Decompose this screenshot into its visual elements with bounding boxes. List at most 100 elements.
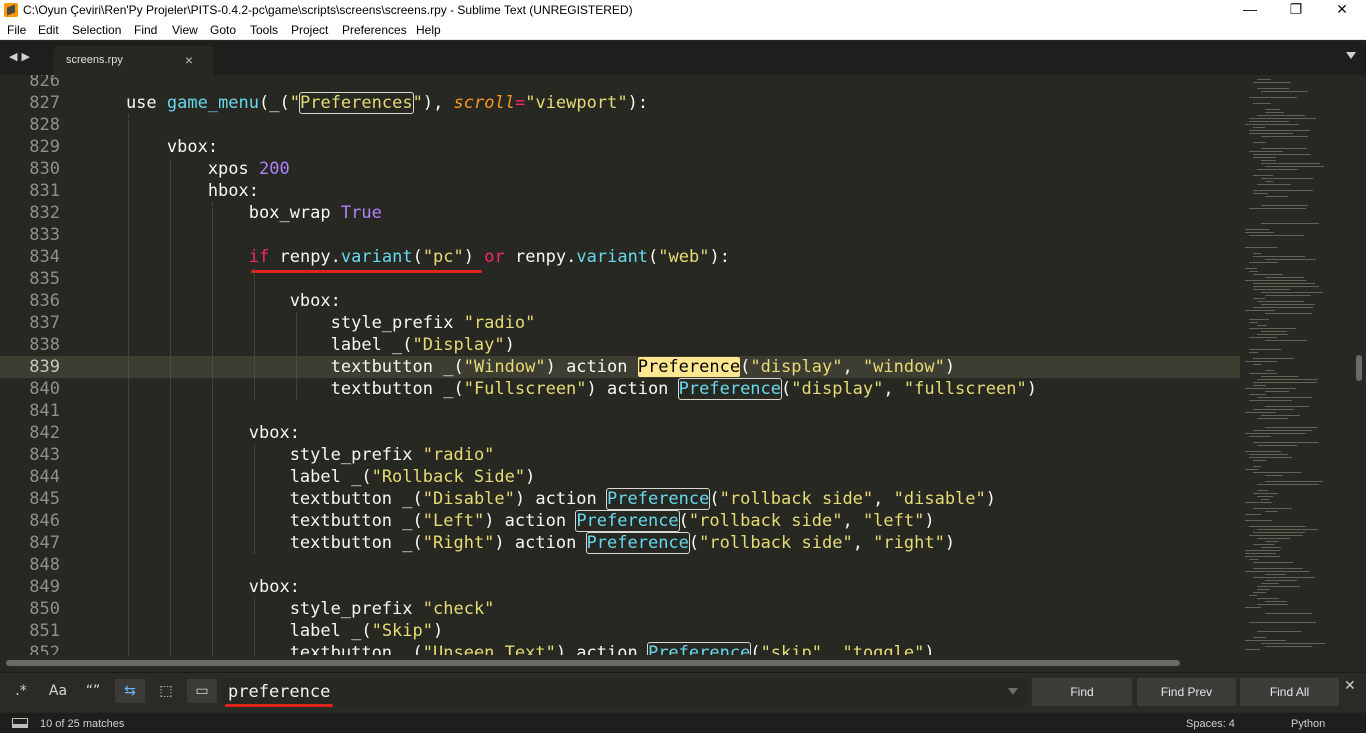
code-token: "Display" [412, 335, 505, 355]
code-line[interactable]: 826 [0, 75, 1240, 92]
menu-find[interactable]: Find [134, 23, 157, 37]
case-sensitive-toggle[interactable]: Aa [43, 679, 73, 703]
minimap-line [1261, 292, 1323, 293]
minimap-line [1249, 97, 1297, 98]
code-line[interactable]: 835 [0, 268, 1240, 290]
minimap-line [1253, 508, 1292, 509]
maximize-button[interactable]: ❐ [1273, 0, 1319, 21]
code-line[interactable]: 839 textbutton _("Window") action Prefer… [0, 356, 1240, 378]
minimap-line [1245, 433, 1306, 434]
minimap-line [1261, 643, 1325, 644]
minimap[interactable] [1240, 75, 1352, 655]
code-line[interactable]: 847 textbutton _("Right") action Prefere… [0, 532, 1240, 554]
code-token: ( [750, 643, 761, 655]
minimap-line [1249, 436, 1271, 437]
tab-list-dropdown-icon[interactable] [1346, 52, 1356, 59]
code-token: "Skip" [371, 621, 433, 641]
minimap-line [1265, 481, 1323, 482]
code-editor[interactable]: 826 827 use game_menu(_("Preferences"), s… [0, 75, 1240, 655]
minimap-line [1253, 289, 1290, 290]
minimap-line [1253, 442, 1319, 443]
minimap-line [1253, 532, 1305, 533]
code-token: "Unseen Text" [422, 643, 556, 655]
code-token: if [248, 247, 270, 267]
code-token: "Left" [422, 511, 485, 531]
code-line[interactable]: 842 vbox: [0, 422, 1240, 444]
find-button[interactable]: Find [1032, 678, 1132, 706]
minimap-line [1245, 229, 1269, 230]
code-line[interactable]: 840 textbutton _("Fullscreen") action Pr… [0, 378, 1240, 400]
menu-view[interactable]: View [172, 23, 198, 37]
code-line[interactable]: 833 [0, 224, 1240, 246]
code-line[interactable]: 830 xpos 200 [0, 158, 1240, 180]
code-token: "rollback side" [699, 533, 853, 553]
code-line[interactable]: 834 if renpy.variant("pc") or renpy.vari… [0, 246, 1240, 268]
line-number: 836 [29, 291, 60, 311]
code-token: ( [412, 247, 423, 267]
menu-project[interactable]: Project [291, 23, 328, 37]
code-line[interactable]: 832 box_wrap True [0, 202, 1240, 224]
minimap-line [1245, 232, 1274, 233]
code-line[interactable]: 841 [0, 400, 1240, 422]
code-line[interactable]: 844 label _("Rollback Side") [0, 466, 1240, 488]
menu-file[interactable]: File [7, 23, 26, 37]
code-token: ) action [494, 533, 587, 553]
indentation-setting[interactable]: Spaces: 4 [1186, 718, 1235, 730]
minimap-line [1257, 538, 1290, 539]
menu-help[interactable]: Help [416, 23, 441, 37]
code-line[interactable]: 829 vbox: [0, 136, 1240, 158]
code-line[interactable]: 831 hbox: [0, 180, 1240, 202]
tab-close-icon[interactable]: × [185, 52, 193, 68]
tab-nav-arrows-icon[interactable]: ◀▶ [9, 50, 34, 63]
code-line[interactable]: 827 use game_menu(_("Preferences"), scro… [0, 92, 1240, 114]
menu-edit[interactable]: Edit [38, 23, 59, 37]
horizontal-scrollbar[interactable] [0, 655, 1366, 672]
code-line[interactable]: 849 vbox: [0, 576, 1240, 598]
code-line[interactable]: 845 textbutton _("Disable") action Prefe… [0, 488, 1240, 510]
find-prev-button[interactable]: Find Prev [1137, 678, 1236, 706]
minimize-button[interactable]: — [1227, 0, 1273, 21]
find-all-button[interactable]: Find All [1240, 678, 1339, 706]
menu-goto[interactable]: Goto [210, 23, 236, 37]
indent-guide [128, 114, 129, 655]
minimap-line [1261, 91, 1308, 92]
highlight-matches-toggle[interactable]: ▭ [187, 679, 217, 703]
vertical-scrollbar[interactable] [1352, 75, 1366, 655]
close-window-button[interactable]: ✕ [1319, 0, 1365, 21]
regex-toggle[interactable]: .* [6, 679, 36, 703]
minimap-line [1249, 118, 1316, 119]
whole-word-toggle[interactable]: “” [78, 679, 108, 703]
find-input[interactable]: preference [222, 678, 1026, 706]
code-line[interactable]: 852 textbutton _("Unseen Text") action P… [0, 642, 1240, 655]
tab-screens-rpy[interactable]: screens.rpy × [54, 46, 214, 75]
minimap-line [1257, 589, 1270, 590]
menu-tools[interactable]: Tools [250, 23, 278, 37]
code-line[interactable]: 851 label _("Skip") [0, 620, 1240, 642]
find-close-icon[interactable]: ✕ [1344, 677, 1356, 694]
horizontal-scroll-thumb[interactable] [6, 660, 1180, 666]
code-line[interactable]: 838 label _("Display") [0, 334, 1240, 356]
menu-selection[interactable]: Selection [72, 23, 121, 37]
line-code: textbutton _("Window") action Preference… [85, 357, 955, 377]
code-line[interactable]: 848 [0, 554, 1240, 576]
find-history-dropdown-icon[interactable] [1008, 688, 1018, 695]
menu-preferences[interactable]: Preferences [342, 23, 407, 37]
minimap-line [1249, 559, 1258, 560]
code-line[interactable]: 846 textbutton _("Left") action Preferen… [0, 510, 1240, 532]
minimap-line [1249, 235, 1304, 236]
minimap-line [1253, 256, 1305, 257]
code-line[interactable]: 850 style_prefix "check" [0, 598, 1240, 620]
search-match: Preferences [298, 92, 414, 114]
vertical-scroll-thumb[interactable] [1356, 355, 1362, 381]
wrap-toggle[interactable]: ⇆ [115, 679, 145, 703]
code-token: ) action [484, 511, 577, 531]
minimap-line [1253, 142, 1266, 143]
code-line[interactable]: 836 vbox: [0, 290, 1240, 312]
code-line[interactable]: 843 style_prefix "radio" [0, 444, 1240, 466]
code-line[interactable]: 828 [0, 114, 1240, 136]
in-selection-toggle[interactable]: ⬚ [151, 679, 181, 703]
code-token: use [85, 93, 167, 113]
panel-toggle-icon[interactable] [12, 718, 28, 728]
syntax-setting[interactable]: Python [1291, 718, 1325, 730]
code-line[interactable]: 837 style_prefix "radio" [0, 312, 1240, 334]
